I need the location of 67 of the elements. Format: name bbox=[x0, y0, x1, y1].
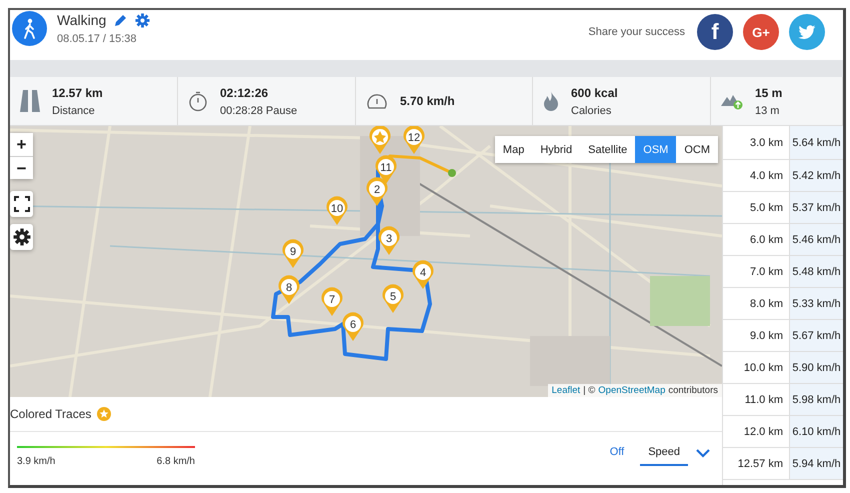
speed-cell: 5.46 km/h bbox=[790, 224, 843, 255]
map-marker[interactable] bbox=[370, 126, 390, 154]
stat-value: 12.57 km bbox=[52, 86, 103, 100]
map-marker[interactable]: 10 bbox=[326, 196, 348, 225]
map-layer-tab[interactable]: OCM bbox=[676, 136, 718, 163]
speedometer-icon bbox=[366, 92, 388, 110]
twitter-button[interactable] bbox=[789, 14, 825, 50]
map-layer-tab[interactable]: OSM bbox=[635, 136, 676, 163]
stat-value: 5.70 km/h bbox=[400, 94, 455, 108]
speed-cell: 5.33 km/h bbox=[790, 288, 843, 319]
map-marker[interactable]: 4 bbox=[412, 260, 434, 289]
stat-label: 13 m bbox=[755, 104, 780, 116]
speed-cell: 6.10 km/h bbox=[790, 416, 843, 447]
speed-cell: 5.94 km/h bbox=[790, 448, 843, 479]
openstreetmap-link[interactable]: OpenStreetMap bbox=[598, 385, 666, 396]
activity-date: 08.05.17 / 15:38 bbox=[57, 33, 138, 45]
map-layer-tab[interactable]: Hybrid bbox=[532, 136, 580, 163]
map-marker[interactable]: 2 bbox=[366, 177, 388, 206]
flame-icon bbox=[543, 91, 559, 111]
speed-cell: 5.90 km/h bbox=[790, 352, 843, 383]
stat-value: 02:12:26 bbox=[220, 86, 270, 100]
speed-cell: 5.64 km/h bbox=[790, 126, 843, 159]
stat-label: 00:28:28 Pause bbox=[220, 104, 298, 116]
map-layer-tab[interactable]: Satellite bbox=[580, 136, 636, 163]
chevron-down-icon[interactable] bbox=[696, 448, 710, 458]
zoom-out-button[interactable]: − bbox=[10, 156, 33, 179]
walker-icon bbox=[12, 11, 47, 46]
activity-title: Walking bbox=[57, 12, 106, 28]
section-title: Colored Traces bbox=[10, 407, 92, 421]
stat-label: Calories bbox=[571, 104, 612, 116]
stat-value: 600 kcal bbox=[571, 86, 618, 100]
star-badge-icon bbox=[97, 407, 112, 421]
max-speed-label: 6.8 km/h bbox=[156, 456, 195, 467]
end-point-dot bbox=[448, 169, 456, 177]
pencil-icon[interactable] bbox=[114, 14, 128, 26]
road-icon bbox=[20, 90, 40, 112]
stat-label: Distance bbox=[52, 104, 96, 116]
attribution-text: contributors bbox=[668, 385, 718, 396]
speed-cell: 5.37 km/h bbox=[790, 192, 843, 223]
settings-button[interactable] bbox=[10, 224, 33, 250]
map-marker[interactable]: 5 bbox=[382, 284, 404, 313]
speed-cell: 5.48 km/h bbox=[790, 256, 843, 287]
speed-cell: 5.42 km/h bbox=[790, 160, 843, 191]
attribution-separator: | © bbox=[583, 385, 596, 396]
google-plus-button[interactable]: G+ bbox=[743, 14, 779, 50]
stopwatch-icon bbox=[188, 90, 208, 112]
map-marker[interactable]: 9 bbox=[282, 239, 304, 268]
map-marker[interactable]: 12 bbox=[404, 126, 424, 154]
speed-cell: 5.67 km/h bbox=[790, 320, 843, 351]
facebook-button[interactable]: f bbox=[697, 14, 733, 50]
zoom-in-button[interactable]: + bbox=[10, 133, 33, 156]
bird-icon bbox=[798, 24, 816, 40]
settings-icon[interactable] bbox=[135, 12, 150, 28]
map-marker[interactable]: 6 bbox=[342, 312, 364, 341]
min-speed-label: 3.9 km/h bbox=[17, 456, 56, 467]
map-marker[interactable]: 3 bbox=[378, 226, 400, 255]
trace-mode-tab[interactable]: Off bbox=[602, 440, 632, 466]
map-layer-tab[interactable]: Map bbox=[494, 136, 532, 163]
map-view[interactable]: 12 11 2 10 3 9 4 8 7 5 6 + − Map Hybrid Satellite OSM OCM Leaflet | © OpenStreetMap contributors bbox=[10, 126, 722, 397]
map-marker[interactable]: 7 bbox=[322, 287, 342, 316]
leaflet-link[interactable]: Leaflet bbox=[552, 385, 580, 396]
speed-cell: 5.98 km/h bbox=[790, 384, 843, 415]
map-marker[interactable]: 8 bbox=[278, 275, 300, 304]
stat-value: 15 m bbox=[755, 86, 782, 100]
share-label: Share your success bbox=[588, 26, 685, 38]
trace-mode-tab[interactable]: Speed bbox=[640, 440, 688, 466]
fullscreen-button[interactable] bbox=[10, 191, 33, 217]
